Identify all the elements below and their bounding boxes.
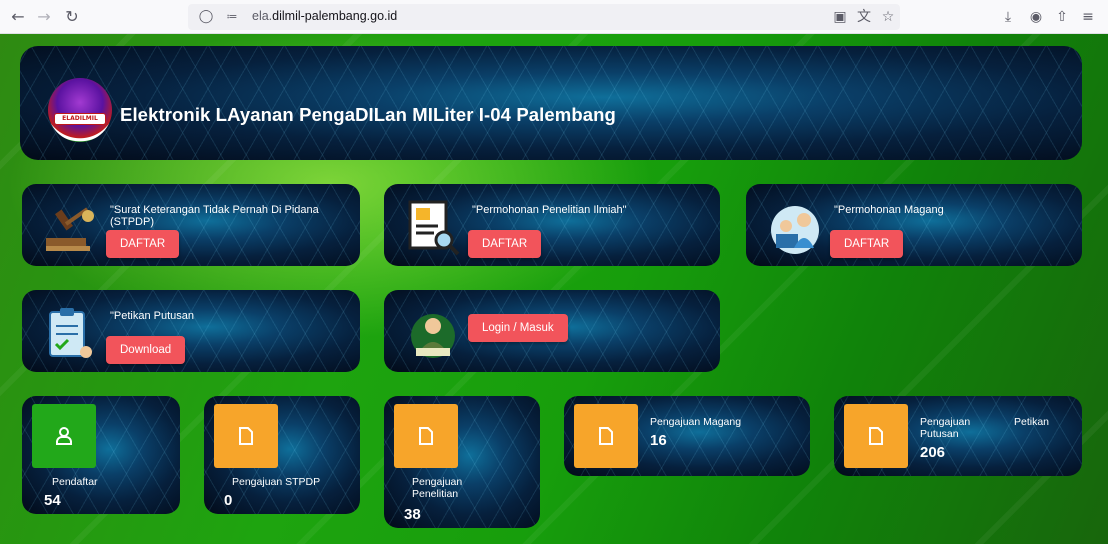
stat-label-secondary: Petikan (1014, 416, 1050, 428)
address-bar[interactable]: ◯ ≔ ela.dilmil-palembang.go.id ▣ 文 ☆ (188, 4, 900, 30)
url-text[interactable]: ela.dilmil-palembang.go.id (252, 9, 397, 23)
service-card-magang: "Permohonan Magang DAFTAR (746, 184, 1082, 266)
page-content: ELADILMIL Elektronik LAyanan PengaDILan … (0, 34, 1108, 544)
stat-icon-box (394, 404, 458, 468)
stat-value: 16 (650, 432, 667, 449)
daftar-button[interactable]: DAFTAR (468, 230, 542, 258)
stat-card-penelitian: Pengajuan Penelitian 38 (384, 396, 540, 528)
stat-icon-box (214, 404, 278, 468)
stat-icon-box (32, 404, 96, 468)
file-icon (869, 427, 883, 445)
eladilmil-logo[interactable]: ELADILMIL (48, 78, 112, 142)
file-icon (419, 427, 433, 445)
stat-value: 38 (404, 506, 421, 523)
login-button[interactable]: Login / Masuk (468, 314, 568, 342)
stat-card-petikan: Pengajuan Putusan Petikan 206 (834, 396, 1082, 476)
bookmark-star-icon[interactable]: ☆ (878, 7, 898, 27)
url-domain: dilmil-palembang.go.id (272, 9, 398, 23)
stat-icon-box (844, 404, 908, 468)
officer-icon (411, 314, 455, 358)
header-banner: ELADILMIL Elektronik LAyanan PengaDILan … (20, 46, 1082, 160)
service-card-penelitian: "Permohonan Penelitian Ilmiah" DAFTAR (384, 184, 720, 266)
clipboard-icon (49, 308, 92, 358)
file-icon (239, 427, 253, 445)
logo-label: ELADILMIL (54, 113, 106, 125)
menu-icon[interactable]: ≡ (1078, 7, 1098, 27)
reader-mode-icon[interactable]: ▣ (830, 7, 850, 27)
stat-card-magang: Pengajuan Magang 16 (564, 396, 810, 476)
file-icon (599, 427, 613, 445)
daftar-button[interactable]: DAFTAR (830, 230, 904, 258)
service-title: "Permohonan Magang (834, 204, 944, 216)
user-icon (56, 427, 72, 445)
url-subdomain: ela. (252, 9, 273, 23)
shield-icon[interactable]: ◯ (196, 7, 216, 27)
document-search-icon (408, 200, 460, 256)
account-icon[interactable]: ◉ (1026, 7, 1046, 27)
download-icon[interactable]: ⤓ (998, 7, 1018, 27)
stat-label: Pendaftar (52, 476, 98, 488)
service-card-stpdp: "Surat Keterangan Tidak Pernah Di Pidana… (22, 184, 360, 266)
service-card-login: Login / Masuk (384, 290, 720, 372)
service-title: "Permohonan Penelitian Ilmiah" (472, 204, 627, 216)
service-title: "Petikan Putusan (110, 310, 195, 322)
reload-icon[interactable]: ↻ (62, 7, 82, 27)
stat-value: 54 (44, 492, 61, 509)
stat-label: Pengajuan Penelitian (412, 476, 463, 500)
translate-icon[interactable]: 文 (854, 7, 874, 27)
stat-label: Pengajuan STPDP (232, 476, 321, 488)
forward-icon[interactable]: → (34, 7, 54, 27)
stat-icon-box (574, 404, 638, 468)
service-title: "Surat Keterangan Tidak Pernah Di Pidana… (110, 204, 319, 228)
intern-icon (771, 206, 819, 254)
stat-card-pendaftar: Pendaftar 54 (22, 396, 180, 514)
service-card-petikan: "Petikan Putusan Download (22, 290, 360, 372)
site-title: Elektronik LAyanan PengaDILan MILiter I-… (120, 104, 616, 125)
stat-value: 206 (920, 444, 946, 461)
stat-label: Pengajuan Putusan (920, 416, 971, 440)
hexagon-pattern (20, 46, 1082, 160)
daftar-button[interactable]: DAFTAR (106, 230, 180, 258)
stat-value: 0 (224, 492, 233, 509)
stat-label: Pengajuan Magang (650, 416, 742, 428)
back-icon[interactable]: ← (8, 7, 28, 27)
stat-card-stpdp: Pengajuan STPDP 0 (204, 396, 360, 514)
permissions-icon[interactable]: ≔ (222, 7, 242, 27)
share-icon[interactable]: ⇧ (1052, 7, 1072, 27)
browser-toolbar: ← → ↻ ◯ ≔ ela.dilmil-palembang.go.id ▣ 文… (0, 0, 1108, 34)
download-button[interactable]: Download (106, 336, 186, 364)
gavel-icon (46, 207, 94, 251)
